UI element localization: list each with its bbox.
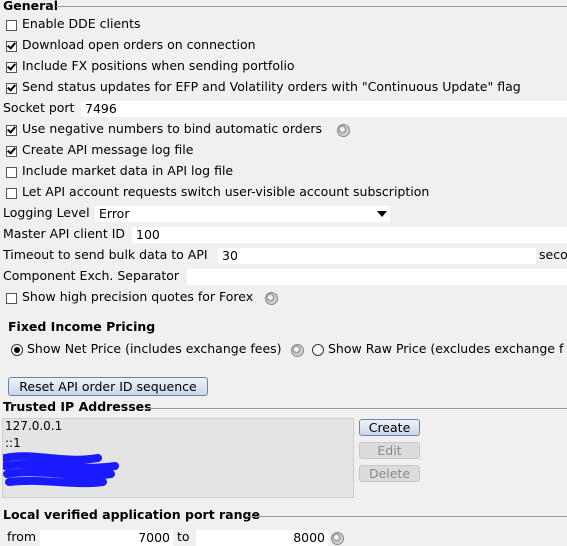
timeout-field[interactable]: 30 [218,248,536,264]
port-to-label: to [177,529,190,544]
trusted-ip-divider [146,408,567,409]
logging-level-select[interactable]: Error [95,206,390,222]
chevron-down-icon [377,211,387,217]
redaction-scribble [3,452,119,488]
help-icon[interactable] [331,532,344,545]
socket-port-label: Socket port [3,100,75,115]
download-open-orders-label: Download open orders on connection [22,37,256,52]
logging-level-value: Error [99,206,130,221]
create-api-log-label: Create API message log file [22,142,194,157]
timeout-label: Timeout to send bulk data to API [3,247,208,262]
create-button[interactable]: Create [359,419,420,436]
reset-order-id-button[interactable]: Reset API order ID sequence [8,377,208,396]
high-precision-checkbox[interactable] [6,293,17,304]
enable-dde-checkbox[interactable] [6,20,17,31]
component-separator-field[interactable] [187,269,567,285]
delete-button[interactable]: Delete [359,465,420,482]
fixed-income-title: Fixed Income Pricing [8,319,156,334]
negative-numbers-label: Use negative numbers to bind automatic o… [22,121,323,136]
component-separator-label: Component Exch. Separator [3,268,180,283]
list-item[interactable]: ::1 [5,436,21,450]
send-status-updates-checkbox[interactable] [6,83,17,94]
account-requests-label: Let API account requests switch user-vis… [22,184,430,199]
enable-dde-label: Enable DDE clients [22,16,141,31]
include-market-data-checkbox[interactable] [6,167,17,178]
include-market-data-label: Include market data in API log file [22,163,234,178]
help-icon[interactable] [337,124,350,137]
logging-level-label: Logging Level [3,205,90,220]
list-item[interactable]: 127.0.0.1 [5,419,62,433]
raw-price-label: Show Raw Price (excludes exchange f [328,341,564,356]
timeout-unit: seco [539,247,567,262]
net-price-label: Show Net Price (includes exchange fees) [27,341,282,356]
port-from-field[interactable]: 7000 [40,530,173,546]
socket-port-field[interactable]: 7496 [81,101,567,117]
net-price-radio[interactable] [11,344,23,356]
general-section-title: General [3,0,58,13]
raw-price-radio[interactable] [312,344,324,356]
port-range-title: Local verified application port range [3,507,260,522]
master-client-id-label: Master API client ID [3,226,126,241]
help-icon[interactable] [291,344,304,357]
help-icon[interactable] [265,292,278,305]
edit-button[interactable]: Edit [359,442,420,459]
port-range-divider [247,516,567,517]
send-status-updates-label: Send status updates for EFP and Volatili… [22,79,521,94]
negative-numbers-checkbox[interactable] [6,125,17,136]
general-divider [56,6,567,7]
trusted-ip-title: Trusted IP Addresses [3,399,152,414]
download-open-orders-checkbox[interactable] [6,41,17,52]
port-from-label: from [7,529,37,544]
trusted-ip-list[interactable]: 127.0.0.1 ::1 [2,418,354,498]
account-requests-checkbox[interactable] [6,188,17,199]
include-fx-positions-checkbox[interactable] [6,62,17,73]
include-fx-positions-label: Include FX positions when sending portfo… [22,58,295,73]
master-client-id-field[interactable]: 100 [132,227,567,243]
high-precision-label: Show high precision quotes for Forex [22,289,254,304]
create-api-log-checkbox[interactable] [6,146,17,157]
port-to-field[interactable]: 8000 [196,530,328,546]
